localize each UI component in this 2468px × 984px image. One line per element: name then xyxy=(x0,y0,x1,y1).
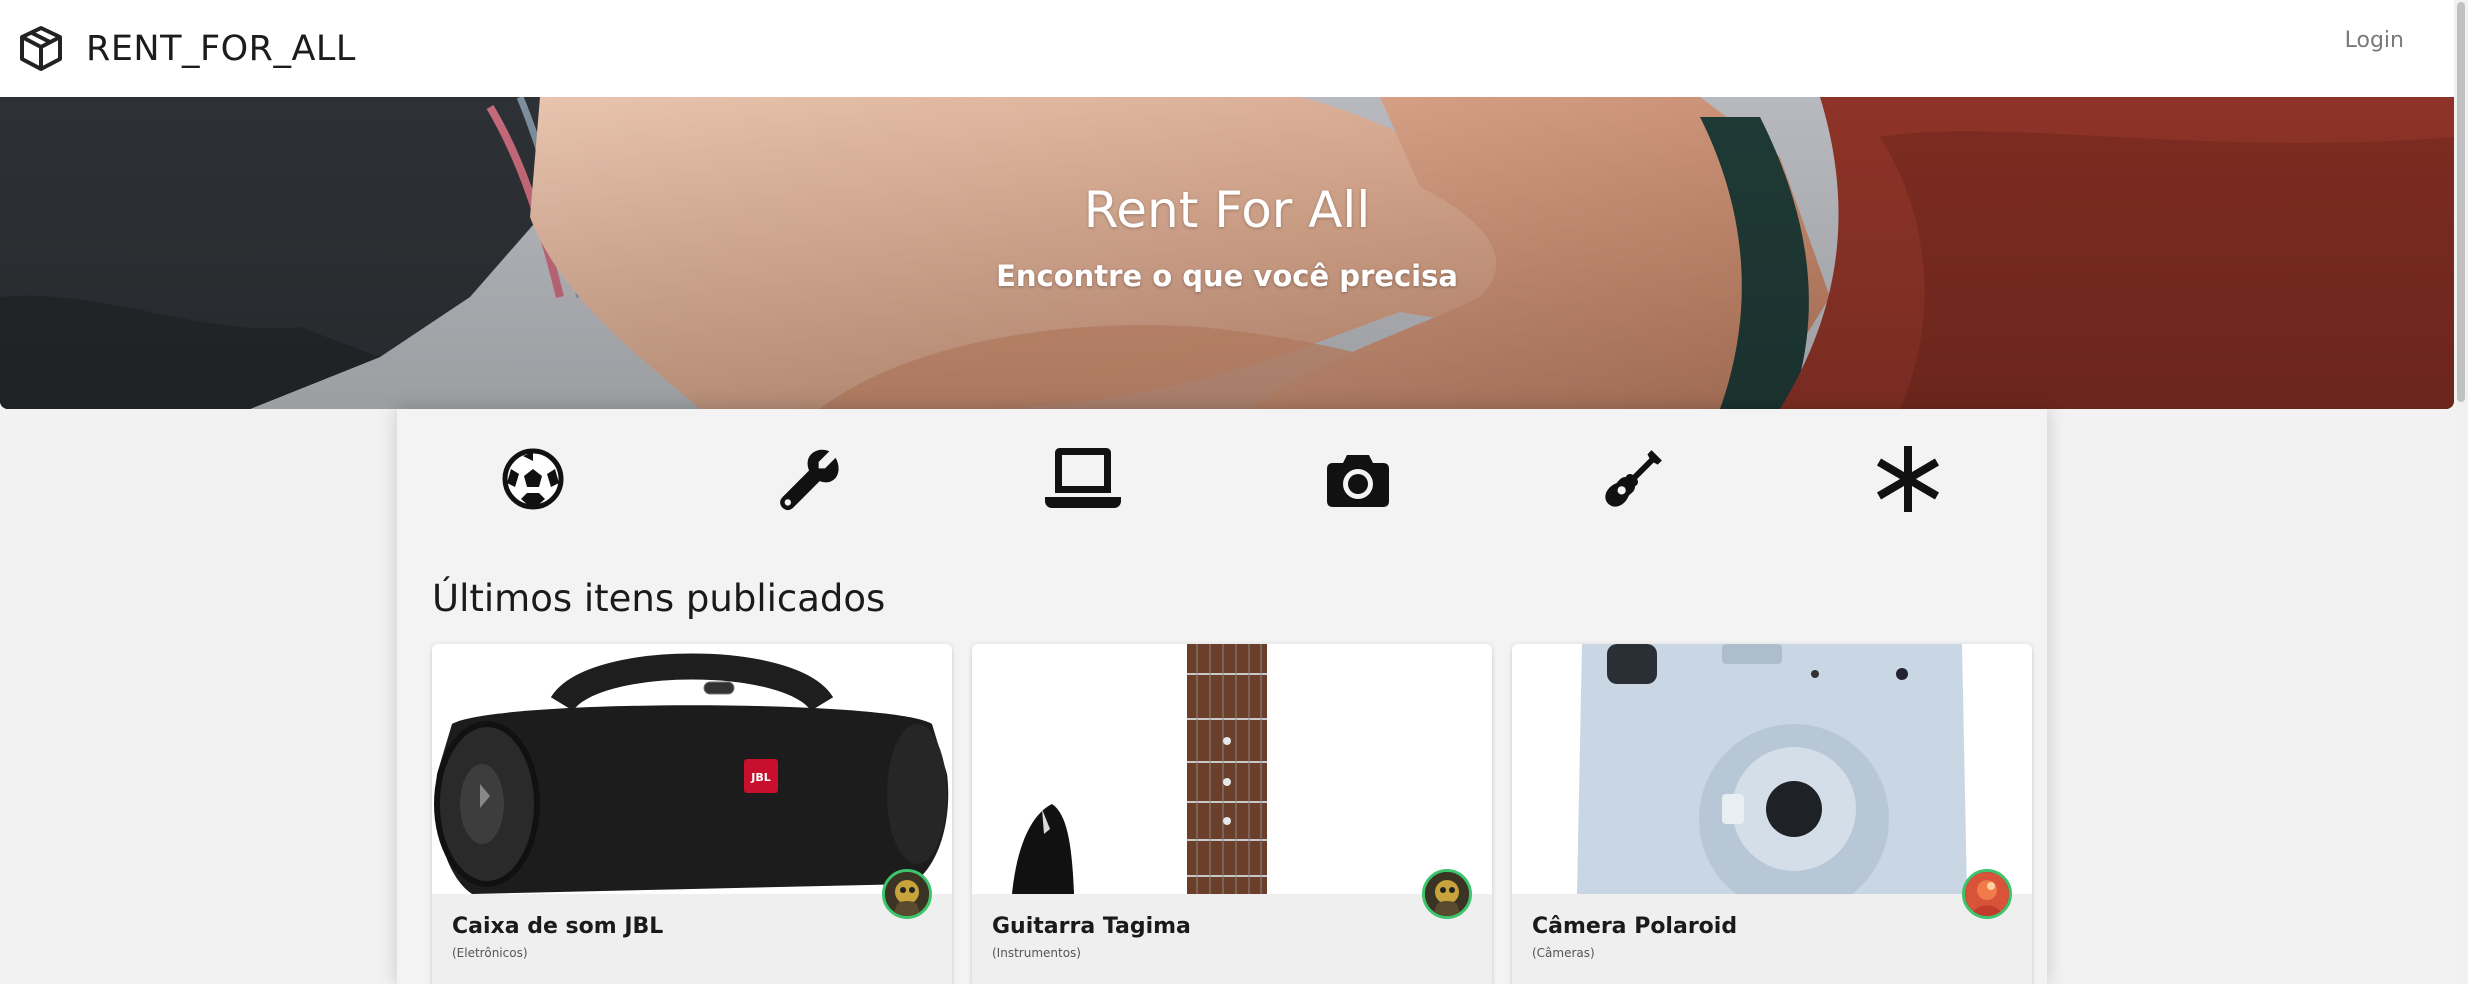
brand-name: RENT_FOR_ALL xyxy=(86,28,356,69)
main-content: Últimos itens publicados JBL Caixa de so… xyxy=(397,409,2047,984)
hero-subtitle: Encontre o que você precisa xyxy=(996,259,1458,293)
category-electronics-button[interactable] xyxy=(1043,439,1123,519)
owner-avatar[interactable] xyxy=(1962,869,2012,919)
hero-title: Rent For All xyxy=(1083,181,1371,239)
camera-icon xyxy=(1327,455,1389,507)
jbl-speaker-image: JBL xyxy=(432,644,952,894)
item-card[interactable]: JBL Caixa de som JBL (Eletrônicos) xyxy=(432,644,952,984)
box-icon xyxy=(20,25,62,71)
item-card[interactable]: Guitarra Tagima (Instrumentos) xyxy=(972,644,1492,984)
login-link[interactable]: Login xyxy=(2345,28,2404,53)
navbar: RENT_FOR_ALL Login xyxy=(0,0,2454,97)
category-instruments-button[interactable] xyxy=(1593,439,1673,519)
polaroid-camera-image xyxy=(1512,644,2032,894)
item-card[interactable]: Câmera Polaroid (Câmeras) xyxy=(1512,644,2032,984)
hero-banner: Rent For All Encontre o que você precisa xyxy=(0,97,2454,409)
wrench-icon xyxy=(780,449,839,511)
svg-text:JBL: JBL xyxy=(750,771,771,784)
guitar-image xyxy=(972,644,1492,894)
asterisk-icon xyxy=(1876,446,1940,512)
item-name: Câmera Polaroid xyxy=(1532,914,1738,939)
owner-avatar[interactable] xyxy=(1422,869,1472,919)
category-bar xyxy=(397,439,2047,519)
soccer-ball-icon xyxy=(502,448,564,510)
scrollbar-thumb[interactable] xyxy=(2457,2,2465,402)
item-category: (Instrumentos) xyxy=(992,946,1081,960)
page-scrollbar[interactable] xyxy=(2454,0,2468,984)
guitar-icon xyxy=(1605,450,1662,507)
category-sports-button[interactable] xyxy=(493,439,573,519)
item-category: (Câmeras) xyxy=(1532,946,1595,960)
category-cameras-button[interactable] xyxy=(1318,439,1398,519)
section-title: Últimos itens publicados xyxy=(432,577,886,620)
owner-avatar[interactable] xyxy=(882,869,932,919)
item-name: Guitarra Tagima xyxy=(992,914,1191,939)
category-tools-button[interactable] xyxy=(768,439,848,519)
hero-image xyxy=(0,97,2454,409)
item-category: (Eletrônicos) xyxy=(452,946,528,960)
item-name: Caixa de som JBL xyxy=(452,914,664,939)
category-others-button[interactable] xyxy=(1868,439,1948,519)
brand-link[interactable]: RENT_FOR_ALL xyxy=(16,24,356,74)
laptop-icon xyxy=(1045,448,1121,508)
